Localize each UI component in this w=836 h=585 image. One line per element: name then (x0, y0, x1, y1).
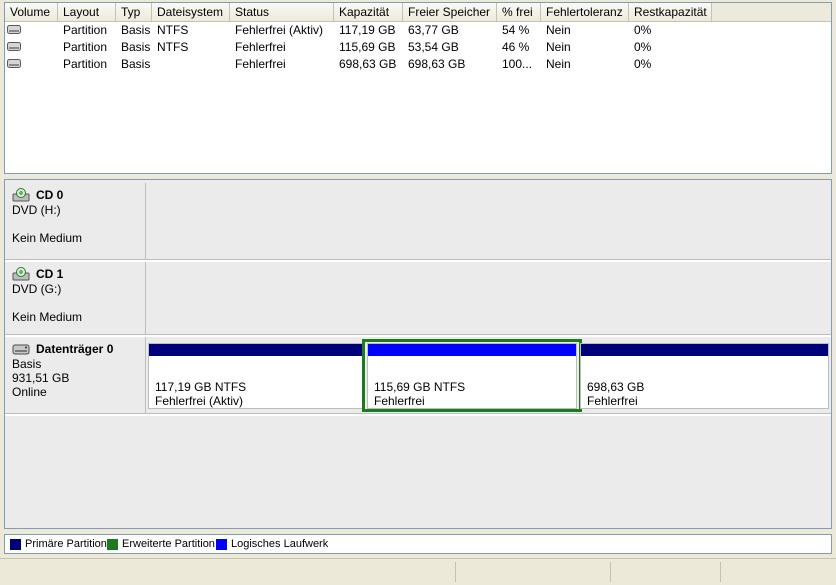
hard-disk-icon (12, 344, 30, 355)
disk-size: 931,51 GB (12, 371, 70, 385)
disk-state: Online (12, 385, 47, 399)
cell-dateisystem: NTFS (157, 40, 189, 54)
partition-size: 698,63 GB (587, 380, 645, 394)
cell-layout: Partition (63, 57, 108, 71)
disk-row-cd1[interactable]: CD 1 DVD (G:) Kein Medium (5, 262, 831, 334)
cell-freier-speicher: 53,54 GB (408, 40, 459, 54)
disk-label-disk0[interactable]: Datenträger 0 Basis 931,51 GB Online (5, 337, 146, 413)
cell-typ: Basis (121, 40, 151, 54)
cell-kapazitaet: 698,63 GB (339, 57, 397, 71)
legend-extended-label: Erweiterte Partition (122, 538, 215, 550)
cell-prozent-frei: 46 % (502, 40, 530, 54)
cell-restkapazitaet: 0% (634, 23, 652, 37)
cell-status: Fehlerfrei (Aktiv) (235, 23, 324, 37)
status-bar (0, 558, 836, 585)
col-volume[interactable]: Volume (5, 3, 58, 21)
cell-fehlertoleranz: Nein (546, 40, 571, 54)
disk-status: Kein Medium (12, 310, 83, 324)
legend-primary-label: Primäre Partition (25, 538, 107, 550)
disk-area-cd0 (146, 183, 831, 259)
status-divider (720, 562, 721, 582)
cell-typ: Basis (121, 23, 151, 37)
cell-dateisystem: NTFS (157, 23, 189, 37)
col-fehlertoleranz[interactable]: Fehlertoleranz (541, 3, 629, 21)
drive-icon (7, 59, 21, 68)
col-kapazitaet[interactable]: Kapazität (334, 3, 403, 21)
partition-status: Fehlerfrei (Aktiv) (155, 394, 244, 408)
partition-3[interactable]: 698,63 GB Fehlerfrei (580, 343, 829, 409)
table-row[interactable]: Partition Basis NTFS Fehlerfrei 115,69 G… (5, 39, 831, 56)
status-divider (610, 562, 611, 582)
partition-1[interactable]: 117,19 GB NTFS Fehlerfrei (Aktiv) (148, 343, 363, 409)
disk-label-cd1[interactable]: CD 1 DVD (G:) Kein Medium (5, 262, 146, 334)
disk-status: Kein Medium (12, 231, 83, 245)
drive-icon (7, 25, 21, 34)
list-header: Volume Layout Typ Dateisystem Status Kap… (5, 3, 831, 22)
cell-kapazitaet: 117,19 GB (339, 23, 396, 37)
cell-status: Fehlerfrei (235, 40, 286, 54)
cell-layout: Partition (63, 40, 108, 54)
disk-area-disk0: 117,19 GB NTFS Fehlerfrei (Aktiv) 115,69… (146, 337, 831, 413)
cell-status: Fehlerfrei (235, 57, 286, 71)
volume-list[interactable]: Volume Layout Typ Dateisystem Status Kap… (4, 2, 832, 174)
drive-icon (7, 42, 21, 51)
cell-restkapazitaet: 0% (634, 57, 652, 71)
disk-area-cd1 (146, 262, 831, 334)
cell-fehlertoleranz: Nein (546, 57, 571, 71)
cd-drive-icon (12, 188, 30, 202)
col-layout[interactable]: Layout (58, 3, 116, 21)
partition-bar-primary (581, 344, 828, 356)
disk-label-cd0[interactable]: CD 0 DVD (H:) Kein Medium (5, 183, 146, 259)
col-status[interactable]: Status (230, 3, 334, 21)
cd-drive-icon (12, 267, 30, 281)
cell-typ: Basis (121, 57, 151, 71)
partition-status: Fehlerfrei (587, 394, 638, 408)
table-row[interactable]: Partition Basis NTFS Fehlerfrei (Aktiv) … (5, 22, 831, 39)
col-typ[interactable]: Typ (116, 3, 152, 21)
status-divider (455, 562, 456, 582)
col-prozent-frei[interactable]: % frei (497, 3, 541, 21)
cell-freier-speicher: 698,63 GB (408, 57, 466, 71)
partition-size: 117,19 GB NTFS (155, 380, 247, 394)
cell-prozent-frei: 54 % (502, 23, 530, 37)
disk-type: DVD (G:) (12, 282, 62, 296)
disk-type: Basis (12, 357, 42, 371)
disk-name: CD 0 (36, 188, 64, 202)
col-dateisystem[interactable]: Dateisystem (152, 3, 230, 21)
table-row[interactable]: Partition Basis Fehlerfrei 698,63 GB 698… (5, 56, 831, 73)
partition-bar-primary (149, 344, 362, 356)
primary-swatch-icon (10, 539, 21, 550)
cell-kapazitaet: 115,69 GB (339, 40, 396, 54)
cell-restkapazitaet: 0% (634, 40, 652, 54)
cell-layout: Partition (63, 23, 108, 37)
legend: Primäre Partition Erweiterte Partition L… (4, 534, 832, 554)
extended-swatch-icon (107, 539, 118, 550)
cell-freier-speicher: 63,77 GB (408, 23, 459, 37)
cell-prozent-frei: 100... (502, 57, 533, 71)
legend-logical: Logisches Laufwerk (216, 538, 328, 551)
cell-dateisystem (152, 56, 230, 73)
col-freier-speicher[interactable]: Freier Speicher (403, 3, 497, 21)
disk-name: Datenträger 0 (36, 342, 114, 356)
col-restkapazitaet[interactable]: Restkapazität (629, 3, 712, 21)
legend-extended: Erweiterte Partition (107, 538, 215, 551)
disk-row-disk0[interactable]: Datenträger 0 Basis 931,51 GB Online 117… (5, 337, 831, 413)
disk-name: CD 1 (36, 267, 64, 281)
logical-swatch-icon (216, 539, 227, 550)
row-divider (5, 413, 831, 416)
legend-primary: Primäre Partition (10, 538, 107, 551)
disk-graphical-view[interactable]: CD 0 DVD (H:) Kein Medium CD 1 DVD (G:) … (4, 179, 832, 529)
disk-row-cd0[interactable]: CD 0 DVD (H:) Kein Medium (5, 183, 831, 259)
legend-logical-label: Logisches Laufwerk (231, 538, 329, 550)
disk-type: DVD (H:) (12, 203, 61, 217)
cell-fehlertoleranz: Nein (546, 23, 571, 37)
extended-partition-selection[interactable] (362, 339, 582, 412)
